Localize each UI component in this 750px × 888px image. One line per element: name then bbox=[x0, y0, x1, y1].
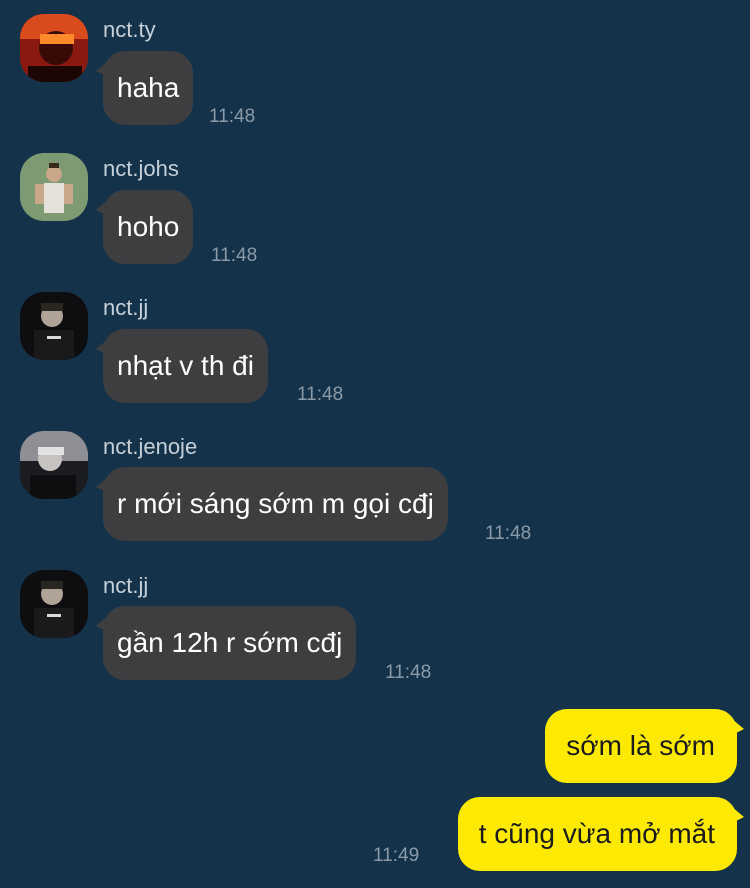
message-bubble[interactable]: hoho bbox=[95, 190, 194, 264]
avatar[interactable] bbox=[20, 14, 88, 82]
message-bubble[interactable]: haha bbox=[95, 51, 194, 125]
message-bubble[interactable]: nhạt v th đi bbox=[96, 329, 268, 403]
sender-name: nct.johs bbox=[103, 156, 179, 181]
message-timestamp: 11:48 bbox=[485, 523, 532, 544]
message-bubble[interactable]: r mới sáng sớm m gọi cđj bbox=[96, 467, 448, 541]
sender-name: nct.jj bbox=[103, 295, 149, 320]
avatar[interactable] bbox=[20, 431, 88, 499]
sender-name: nct.ty bbox=[103, 17, 156, 42]
avatar[interactable] bbox=[20, 153, 88, 221]
sender-name: nct.jj bbox=[103, 573, 149, 598]
avatar[interactable] bbox=[20, 570, 88, 638]
outgoing-message-bubble[interactable]: t cũng vừa mở mắt bbox=[457, 797, 745, 871]
message-timestamp: 11:48 bbox=[211, 245, 258, 266]
outgoing-message-bubble[interactable]: sớm là sớm bbox=[545, 709, 744, 783]
message-timestamp: 11:49 bbox=[373, 845, 420, 866]
sender-name: nct.jenoje bbox=[103, 434, 198, 459]
avatar[interactable] bbox=[20, 292, 88, 360]
message-timestamp: 11:48 bbox=[297, 384, 344, 405]
message-timestamp: 11:48 bbox=[209, 106, 256, 127]
message-bubble[interactable]: gần 12h r sớm cđj bbox=[95, 606, 357, 680]
message-timestamp: 11:48 bbox=[385, 662, 432, 683]
